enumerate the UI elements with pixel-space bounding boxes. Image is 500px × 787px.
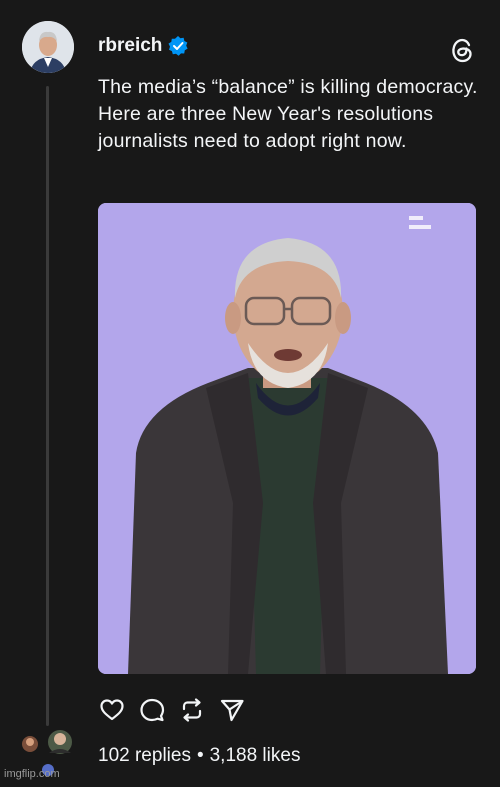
- post-video[interactable]: [98, 203, 476, 674]
- replies-count[interactable]: 102 replies: [98, 745, 191, 767]
- post-header: rbreich: [98, 35, 189, 57]
- repost-icon[interactable]: [178, 696, 206, 724]
- heart-icon[interactable]: [98, 696, 126, 724]
- username[interactable]: rbreich: [98, 35, 162, 57]
- imgflip-watermark: imgflip.com: [4, 768, 60, 780]
- thread-line: [46, 86, 49, 726]
- verified-badge-icon: [168, 36, 189, 56]
- stats-separator: •: [196, 745, 204, 766]
- likes-count[interactable]: 3,188 likes: [210, 745, 301, 767]
- action-bar: [98, 696, 246, 724]
- comment-icon[interactable]: [138, 696, 166, 724]
- inequality-media-watermark: [409, 213, 467, 235]
- author-avatar[interactable]: [22, 21, 74, 73]
- post-caption: The media’s “balance” is killing democra…: [98, 76, 478, 152]
- threads-logo-icon[interactable]: [448, 36, 476, 64]
- share-icon[interactable]: [218, 696, 246, 724]
- post-stats: 102 replies • 3,188 likes: [98, 745, 300, 767]
